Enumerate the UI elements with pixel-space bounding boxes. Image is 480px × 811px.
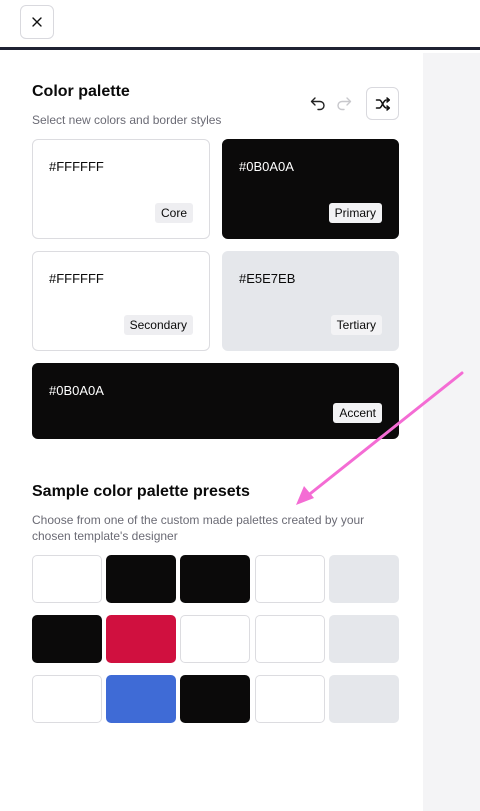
shuffle-icon	[375, 96, 390, 111]
palette-title: Color palette	[32, 83, 130, 100]
swatch-label: Primary	[328, 203, 382, 223]
preset-swatch[interactable]	[32, 555, 102, 603]
swatch-hex: #0B0A0A	[239, 159, 294, 174]
preset-swatch[interactable]	[106, 675, 176, 723]
close-button[interactable]	[20, 5, 54, 39]
color-palette-panel: Color palette Select new colors and bord…	[0, 53, 423, 811]
swatch-label: Accent	[333, 403, 382, 423]
undo-icon	[310, 97, 325, 111]
preset-swatch[interactable]	[255, 675, 325, 723]
redo-icon	[337, 97, 352, 111]
preset-swatch[interactable]	[180, 675, 250, 723]
preset-swatch[interactable]	[180, 615, 250, 663]
swatch-hex: #FFFFFF	[49, 271, 104, 286]
swatch-core[interactable]: #FFFFFF Core	[32, 139, 210, 239]
redo-button[interactable]	[334, 93, 354, 113]
preset-swatch[interactable]	[255, 615, 325, 663]
preset-swatch[interactable]	[329, 675, 399, 723]
presets-subtitle-line2: chosen template's designer	[32, 529, 178, 543]
preset-swatch[interactable]	[329, 615, 399, 663]
preview-area	[423, 53, 480, 811]
swatch-label: Core	[154, 203, 193, 223]
swatch-hex: #FFFFFF	[49, 159, 104, 174]
presets-subtitle-line1: Choose from one of the custom made palet…	[32, 513, 365, 527]
close-icon	[32, 17, 42, 27]
swatch-secondary[interactable]: #FFFFFF Secondary	[32, 251, 210, 351]
swatch-hex: #0B0A0A	[49, 383, 104, 398]
swatch-primary[interactable]: #0B0A0A Primary	[222, 139, 399, 239]
preset-swatch[interactable]	[106, 615, 176, 663]
preset-swatch[interactable]	[106, 555, 176, 603]
top-bar	[0, 0, 480, 50]
swatch-tertiary[interactable]: #E5E7EB Tertiary	[222, 251, 399, 351]
swatch-label: Secondary	[123, 315, 193, 335]
shuffle-button[interactable]	[366, 87, 399, 120]
palette-subtitle: Select new colors and border styles	[32, 113, 222, 127]
preset-swatch[interactable]	[32, 675, 102, 723]
swatch-accent[interactable]: #0B0A0A Accent	[32, 363, 399, 439]
preset-swatch[interactable]	[32, 615, 102, 663]
undo-button[interactable]	[308, 93, 328, 113]
presets-title: Sample color palette presets	[32, 483, 250, 500]
swatch-hex: #E5E7EB	[239, 271, 296, 286]
swatch-label: Tertiary	[330, 315, 382, 335]
preset-swatch[interactable]	[255, 555, 325, 603]
preset-swatch[interactable]	[329, 555, 399, 603]
preset-swatch[interactable]	[180, 555, 250, 603]
